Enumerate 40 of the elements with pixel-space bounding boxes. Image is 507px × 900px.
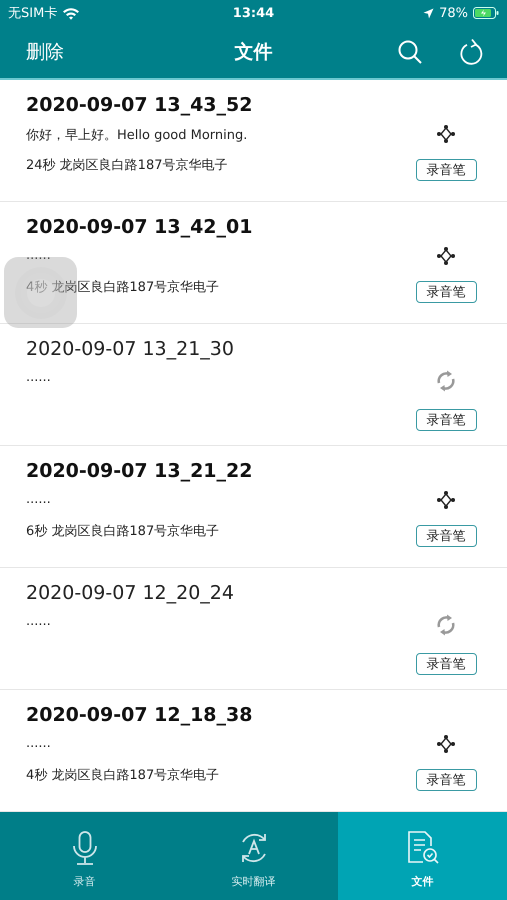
device-tag: 录音笔 bbox=[416, 653, 476, 675]
network-icon[interactable] bbox=[436, 734, 456, 754]
device-tag: 录音笔 bbox=[416, 409, 476, 431]
carrier-text: 无SIM卡 bbox=[8, 5, 58, 22]
battery-text: 78% bbox=[439, 6, 468, 20]
file-info: 24秒 龙岗区良白路187号京华电子 bbox=[26, 157, 228, 174]
delete-button[interactable]: 删除 bbox=[26, 39, 64, 65]
assistive-touch-button[interactable] bbox=[4, 257, 77, 328]
device-tag: 录音笔 bbox=[416, 281, 476, 303]
file-title: 2020-09-07 13_42_01 bbox=[26, 216, 252, 240]
file-title: 2020-09-07 13_21_30 bbox=[26, 338, 234, 362]
tab-item[interactable]: 文件 bbox=[338, 812, 507, 900]
file-title: 2020-09-07 12_18_38 bbox=[26, 704, 252, 728]
location-icon bbox=[423, 8, 434, 18]
page-title: 文件 bbox=[234, 40, 272, 65]
transcript-preview: ...... bbox=[26, 736, 52, 753]
search-icon[interactable] bbox=[397, 39, 423, 65]
device-tag: 录音笔 bbox=[416, 159, 476, 181]
file-info: 4秒 龙岗区良白路187号京华电子 bbox=[26, 767, 220, 784]
network-icon[interactable] bbox=[436, 124, 456, 144]
file-title: 2020-09-07 13_43_52 bbox=[26, 94, 252, 118]
file-title: 2020-09-07 13_21_22 bbox=[26, 460, 252, 484]
battery-icon bbox=[473, 7, 499, 19]
transcript-preview: ...... bbox=[26, 248, 52, 265]
file-info: 4秒 龙岗区良白路187号京华电子 bbox=[26, 279, 220, 296]
network-icon[interactable] bbox=[436, 490, 456, 510]
transcript-preview: ...... bbox=[26, 614, 52, 631]
device-tag: 录音笔 bbox=[416, 769, 476, 791]
file-title: 2020-09-07 12_20_24 bbox=[26, 582, 234, 606]
wifi-icon bbox=[62, 6, 80, 20]
transcript-preview: ...... bbox=[26, 370, 52, 387]
clock-text: 13:44 bbox=[232, 6, 274, 20]
file-info: 6秒 龙岗区良白路187号京华电子 bbox=[26, 523, 220, 540]
refresh-icon[interactable] bbox=[459, 38, 485, 66]
transcript-preview: ...... bbox=[26, 492, 52, 509]
document-search-icon bbox=[406, 830, 440, 866]
network-icon[interactable] bbox=[436, 246, 456, 266]
transcript-preview: 你好，早上好。Hello good Morning. bbox=[26, 127, 248, 145]
device-tag: 录音笔 bbox=[416, 525, 476, 547]
microphone-icon bbox=[70, 830, 98, 866]
